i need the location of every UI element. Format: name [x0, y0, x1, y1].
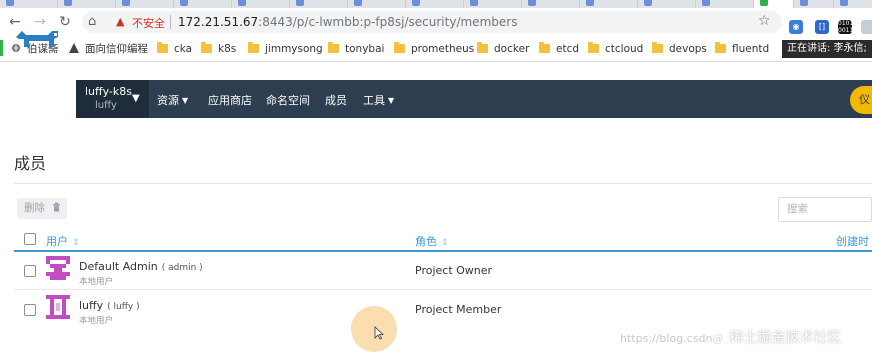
- row-checkbox[interactable]: [24, 304, 36, 316]
- bookmark-folder[interactable]: prometheus: [394, 42, 474, 56]
- folder-icon: [588, 42, 599, 53]
- site-favicon-icon: [69, 43, 79, 53]
- nav-item-resources[interactable]: 资源 ▼: [157, 92, 188, 108]
- folder-icon: [201, 42, 212, 53]
- user-source: 本地用户: [79, 277, 114, 287]
- folder-icon: [328, 42, 339, 53]
- extension-icon[interactable]: ◉: [789, 20, 803, 34]
- avatar: [46, 256, 70, 280]
- divider: [170, 15, 171, 29]
- delete-button[interactable]: 删除: [17, 198, 67, 219]
- home-icon[interactable]: ⌂: [88, 14, 96, 29]
- folder-icon: [157, 42, 168, 53]
- browser-tab[interactable]: [290, 0, 348, 8]
- folder-icon: [394, 42, 405, 53]
- select-all-checkbox[interactable]: [24, 233, 36, 245]
- browser-tab[interactable]: [522, 0, 580, 8]
- project-name: luffy: [95, 100, 117, 111]
- bookmark-folder[interactable]: k8s: [201, 42, 236, 56]
- browser-tab[interactable]: [116, 0, 174, 8]
- browser-tab[interactable]: [638, 0, 696, 8]
- browser-tab[interactable]: [580, 0, 638, 8]
- bookmark-folder[interactable]: docker: [477, 42, 529, 56]
- bookmark-folder[interactable]: fluentd: [715, 42, 769, 56]
- bookmark-folder[interactable]: cka: [157, 42, 192, 56]
- column-header-user[interactable]: 用户 ⇕: [46, 233, 80, 249]
- bookmark-folder[interactable]: devops: [652, 42, 707, 56]
- user-login: ( luffy ): [107, 302, 140, 312]
- bookmark-folder[interactable]: etcd: [539, 42, 579, 56]
- user-source: 本地用户: [79, 316, 114, 326]
- member-role: Project Member: [415, 303, 502, 316]
- browser-tab-strip: [0, 0, 872, 8]
- bookmark-star-icon[interactable]: ☆: [758, 13, 771, 29]
- chevron-down-icon: ▼: [132, 93, 140, 104]
- user-login: ( admin ): [161, 263, 203, 273]
- browser-tab[interactable]: [794, 0, 834, 8]
- browser-tab-active[interactable]: [754, 0, 794, 8]
- folder-icon: [248, 42, 259, 53]
- extension-icon[interactable]: []: [815, 20, 829, 34]
- speaking-badge: 正在讲话: 李永信;: [782, 40, 872, 58]
- bookmark-folder[interactable]: ctcloud: [588, 42, 643, 56]
- extension-binary-icon[interactable]: 0101 0011: [838, 20, 853, 34]
- trash-icon: [53, 202, 61, 212]
- divider: [14, 183, 872, 184]
- sharing-indicator: [0, 40, 3, 56]
- bookmark-item[interactable]: 面向信仰编程: [68, 42, 148, 56]
- table-header: 用户 ⇕ 角色 ⇕ 创建时: [14, 228, 872, 252]
- member-role: Project Owner: [415, 264, 493, 277]
- folder-icon: [477, 42, 488, 53]
- nav-item-namespaces[interactable]: 命名空间: [266, 92, 310, 108]
- project-switcher[interactable]: luffy-k8s luffy ▼: [76, 80, 149, 118]
- security-label[interactable]: 不安全: [132, 15, 165, 31]
- bookmark-folder[interactable]: tonybai: [328, 42, 384, 56]
- page-title: 成员: [14, 154, 47, 173]
- browser-toolbar: ← → ↻ ⌂ ▲ 不安全 172.21.51.67:8443/p/c-lwmb…: [0, 8, 872, 36]
- browser-tab[interactable]: [58, 0, 116, 8]
- url-path: :8443/p/c-lwmbb:p-fp8sj/security/members: [258, 15, 518, 29]
- table-row[interactable]: Default Admin( admin ) 本地用户 Project Owne…: [14, 252, 872, 290]
- address-bar[interactable]: ⌂ ▲ 不安全 172.21.51.67:8443/p/c-lwmbb:p-fp…: [82, 11, 782, 33]
- folder-icon: [539, 42, 550, 53]
- browser-tab[interactable]: [0, 0, 58, 8]
- watermark: https://blog.csdn@ 稀土掘金技术社区: [620, 330, 842, 346]
- nav-item-tools[interactable]: 工具 ▼: [363, 92, 394, 108]
- url-text[interactable]: 172.21.51.67:8443/p/c-lwmbb:p-fp8sj/secu…: [178, 15, 517, 29]
- browser-tab[interactable]: [348, 0, 406, 8]
- bookmark-folder[interactable]: jimmysong: [248, 42, 323, 56]
- column-header-role[interactable]: 角色 ⇕: [415, 233, 449, 249]
- url-host: 172.21.51.67: [178, 15, 259, 29]
- sort-icon: ⇕: [441, 238, 449, 248]
- browser-tab[interactable]: [232, 0, 290, 8]
- cluster-name: luffy-k8s: [85, 85, 132, 98]
- table-row[interactable]: luffy( luffy ) 本地用户 Project Member: [14, 291, 872, 329]
- bookmarks-bar: 伯谋斋 面向信仰编程 cka k8s jimmysong tonybai pro…: [0, 36, 872, 62]
- nav-item-catalog[interactable]: 应用商店: [208, 92, 252, 108]
- browser-tab[interactable]: [834, 0, 872, 8]
- folder-icon: [652, 42, 663, 53]
- rancher-logo-icon[interactable]: [14, 27, 64, 51]
- search-input[interactable]: 搜索: [778, 197, 872, 222]
- chevron-down-icon: ▼: [388, 96, 395, 105]
- browser-tab[interactable]: [406, 0, 464, 8]
- row-checkbox[interactable]: [24, 265, 36, 277]
- main-nav-bar: [76, 80, 872, 118]
- column-header-created[interactable]: 创建时: [836, 233, 869, 249]
- sort-icon: ⇕: [72, 238, 80, 248]
- browser-tab[interactable]: [696, 0, 754, 8]
- user-name[interactable]: Default Admin( admin ): [79, 260, 203, 273]
- mouse-cursor-icon: [374, 326, 384, 340]
- warning-icon[interactable]: ▲: [116, 15, 124, 28]
- user-menu-button[interactable]: 仪: [850, 86, 872, 114]
- avatar: [46, 295, 70, 319]
- browser-tab[interactable]: [464, 0, 522, 8]
- chevron-down-icon: ▼: [182, 96, 189, 105]
- user-name[interactable]: luffy( luffy ): [79, 299, 140, 312]
- folder-icon: [715, 42, 726, 53]
- nav-item-members[interactable]: 成员: [325, 92, 347, 108]
- extension-icon[interactable]: [861, 20, 872, 34]
- browser-tab[interactable]: [174, 0, 232, 8]
